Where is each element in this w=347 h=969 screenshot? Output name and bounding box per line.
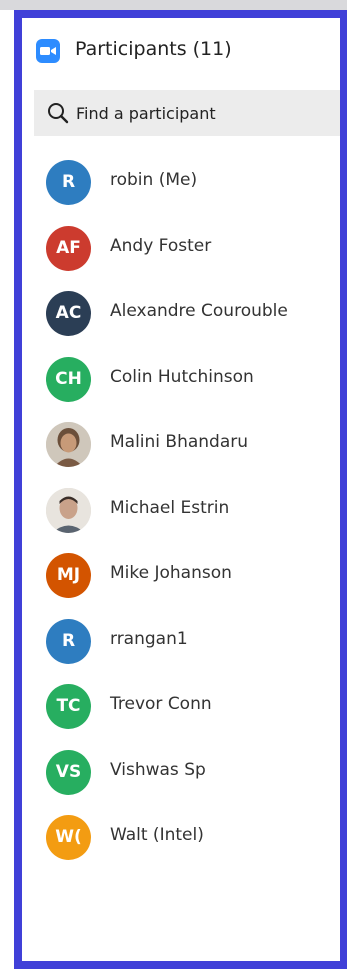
avatar: TC — [46, 684, 91, 729]
avatar: MJ — [46, 553, 91, 598]
participant-row[interactable]: R rrangan1 — [22, 607, 340, 673]
participant-name: rrangan1 — [110, 628, 188, 649]
participant-row[interactable]: Michael Estrin — [22, 476, 340, 542]
avatar: R — [46, 160, 91, 205]
participant-row[interactable]: MJ Mike Johanson — [22, 541, 340, 607]
participant-row[interactable]: R robin (Me) — [22, 148, 340, 214]
participant-name: Andy Foster — [110, 235, 212, 256]
avatar: CH — [46, 356, 91, 402]
participant-name: Vishwas Sp — [110, 759, 206, 780]
participant-row[interactable]: W( Walt (Intel) — [22, 803, 340, 869]
panel-title: Participants (11) — [75, 38, 232, 60]
participant-row[interactable]: AF Andy Foster — [22, 214, 340, 280]
search-icon — [46, 101, 70, 125]
avatar: R — [46, 618, 91, 664]
panel-header: Participants (11) — [22, 18, 340, 88]
zoom-video-camera-icon — [36, 39, 60, 63]
participant-name: Trevor Conn — [110, 694, 212, 714]
participants-panel: Participants (11) R robin (Me) AF Andy F… — [14, 10, 347, 969]
avatar: W( — [46, 815, 91, 860]
participant-name: Colin Hutchinson — [110, 366, 254, 387]
avatar-photo — [46, 422, 91, 467]
participant-name: Walt (Intel) — [110, 825, 204, 845]
participant-row[interactable]: CH Colin Hutchinson — [22, 345, 340, 411]
participant-row[interactable]: TC Trevor Conn — [22, 672, 340, 738]
avatar: AF — [46, 225, 91, 271]
avatar: VS — [46, 749, 91, 795]
participant-name: robin (Me) — [110, 170, 198, 190]
avatar: AC — [46, 291, 91, 336]
search-input[interactable] — [76, 90, 336, 136]
participant-row[interactable]: VS Vishwas Sp — [22, 738, 340, 804]
search-bar[interactable] — [34, 90, 340, 136]
participant-name: Alexandre Courouble — [110, 301, 288, 321]
avatar-photo — [46, 487, 91, 533]
participant-row[interactable]: Malini Bhandaru — [22, 410, 340, 476]
participant-row[interactable]: AC Alexandre Courouble — [22, 279, 340, 345]
participant-name: Michael Estrin — [110, 497, 230, 518]
participant-list: R robin (Me) AF Andy Foster AC Alexandre… — [22, 148, 340, 869]
participant-name: Mike Johanson — [110, 563, 232, 583]
window-top-strip — [0, 0, 347, 10]
participant-name: Malini Bhandaru — [110, 432, 249, 452]
